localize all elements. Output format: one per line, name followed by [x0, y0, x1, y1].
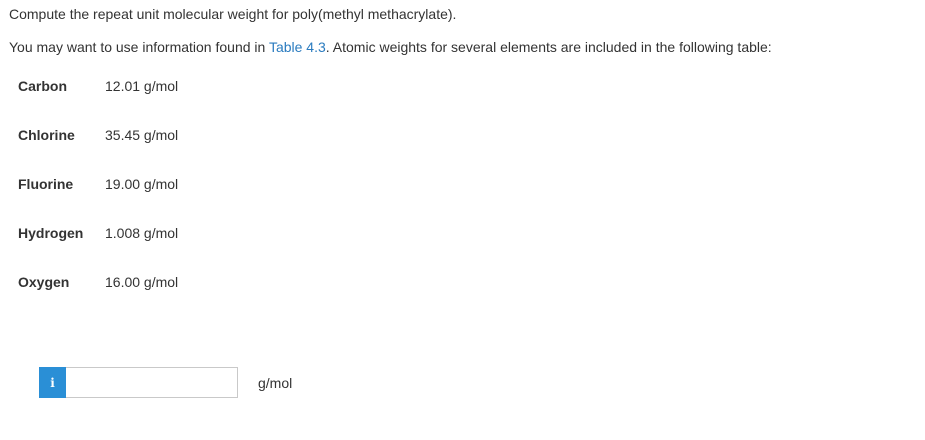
atomic-weights-table: Carbon 12.01 g/mol Chlorine 35.45 g/mol … — [18, 77, 178, 322]
table-row: Fluorine 19.00 g/mol — [18, 175, 178, 224]
element-weight: 16.00 g/mol — [105, 274, 179, 290]
question-text: Compute the repeat unit molecular weight… — [9, 6, 457, 22]
element-name: Fluorine — [18, 176, 74, 192]
table-row: Hydrogen 1.008 g/mol — [18, 224, 178, 273]
table-row: Oxygen 16.00 g/mol — [18, 273, 178, 322]
element-name: Hydrogen — [18, 225, 84, 241]
element-name: Carbon — [18, 78, 67, 94]
info-text: You may want to use information found in… — [9, 38, 772, 56]
table-link[interactable]: Table 4.3 — [269, 39, 326, 55]
table-row: Carbon 12.01 g/mol — [18, 77, 178, 126]
unit-label: g/mol — [258, 374, 293, 391]
element-weight: 12.01 g/mol — [105, 78, 179, 94]
info-suffix: . Atomic weights for several elements ar… — [325, 39, 772, 55]
element-weight: 19.00 g/mol — [105, 176, 179, 192]
answer-row: i g/mol — [39, 367, 292, 398]
info-icon[interactable]: i — [39, 367, 66, 398]
element-name: Oxygen — [18, 274, 70, 290]
element-weight: 35.45 g/mol — [105, 127, 179, 143]
element-weight: 1.008 g/mol — [105, 225, 179, 241]
element-name: Chlorine — [18, 127, 75, 143]
table-row: Chlorine 35.45 g/mol — [18, 126, 178, 175]
info-prefix: You may want to use information found in — [9, 39, 269, 55]
answer-input[interactable] — [66, 367, 238, 398]
